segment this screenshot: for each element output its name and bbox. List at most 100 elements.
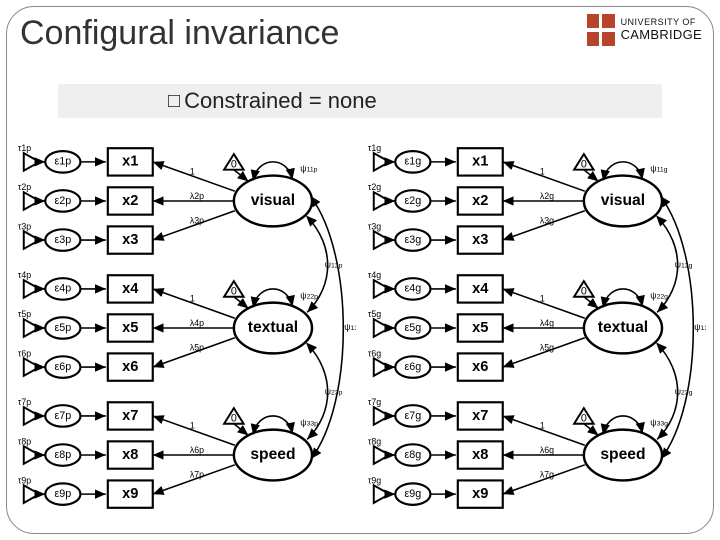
- svg-text:λ2g: λ2g: [540, 191, 554, 201]
- svg-text:x7: x7: [122, 408, 138, 424]
- svg-text:λ3g: λ3g: [540, 215, 554, 225]
- svg-text:textual: textual: [248, 319, 298, 336]
- svg-text:τ9g: τ9g: [368, 475, 381, 485]
- svg-text:λ4p: λ4p: [190, 318, 204, 328]
- svg-text:speed: speed: [250, 446, 295, 463]
- subtitle: □ Constrained = none: [58, 84, 662, 118]
- svg-text:x2: x2: [472, 193, 488, 209]
- svg-text:1: 1: [190, 294, 195, 304]
- svg-text:0: 0: [231, 286, 237, 298]
- svg-text:1: 1: [540, 421, 545, 431]
- svg-text:ε3g: ε3g: [404, 234, 421, 246]
- factor-visual: visual ψ11g 0: [574, 154, 668, 226]
- svg-text:τ3g: τ3g: [368, 221, 381, 231]
- svg-text:1: 1: [190, 167, 195, 177]
- panel-group-g: visual ψ11g 0 textual ψ22g 0 speed: [364, 130, 706, 526]
- cov-13: [311, 197, 343, 459]
- svg-text:τ6g: τ6g: [368, 348, 381, 358]
- svg-text:0: 0: [581, 159, 587, 171]
- university-logo: UNIVERSITY OF CAMBRIDGE: [587, 14, 702, 46]
- svg-text:x3: x3: [472, 232, 488, 248]
- svg-text:textual: textual: [598, 319, 648, 336]
- svg-text:ε7p: ε7p: [54, 410, 71, 422]
- svg-text:τ4g: τ4g: [368, 270, 381, 280]
- svg-text:ε6g: ε6g: [404, 361, 421, 373]
- svg-text:τ2g: τ2g: [368, 182, 381, 192]
- svg-text:τ8g: τ8g: [368, 436, 381, 446]
- svg-text:τ9p: τ9p: [18, 475, 31, 485]
- svg-text:ψ22p: ψ22p: [300, 291, 318, 301]
- svg-text:ψ23p: ψ23p: [325, 386, 343, 396]
- svg-text:λ5g: λ5g: [540, 342, 554, 352]
- svg-text:ε4g: ε4g: [404, 283, 421, 295]
- svg-text:x8: x8: [122, 447, 138, 463]
- factor-speed: speed ψ33g 0: [574, 408, 668, 480]
- svg-text:x4: x4: [472, 281, 489, 297]
- svg-text:ε2g: ε2g: [404, 195, 421, 207]
- svg-text:x1: x1: [122, 154, 138, 170]
- psi11: ψ11p: [300, 164, 317, 174]
- svg-text:x3: x3: [122, 232, 138, 248]
- svg-text:ε5g: ε5g: [404, 322, 421, 334]
- factor-textual: textual ψ22g 0: [574, 281, 668, 353]
- svg-text:λ7p: λ7p: [190, 470, 204, 480]
- svg-text:λ3p: λ3p: [190, 215, 204, 225]
- svg-text:ε9p: ε9p: [54, 488, 71, 500]
- svg-text:τ6p: τ6p: [18, 348, 31, 358]
- svg-text:τ5g: τ5g: [368, 309, 381, 319]
- svg-text:ψ33g: ψ33g: [650, 418, 668, 428]
- svg-text:0: 0: [231, 413, 237, 425]
- svg-text:x5: x5: [472, 320, 488, 336]
- svg-text:ψ12p: ψ12p: [325, 259, 343, 269]
- svg-text:λ2p: λ2p: [190, 191, 204, 201]
- items: ε1gτ1gx11ε2gτ2gx2λ2gε3gτ3gx3λ3gε4gτ4gx41…: [368, 143, 585, 508]
- subtitle-text: Constrained = none: [184, 88, 377, 114]
- panel-group-p: visual ψ11p 0 textual ψ22p 0 speed: [14, 130, 356, 526]
- svg-text:ε8g: ε8g: [404, 449, 421, 461]
- svg-text:1: 1: [540, 294, 545, 304]
- svg-text:ψ11g: ψ11g: [650, 164, 667, 174]
- bullet-icon: □: [168, 90, 180, 113]
- svg-text:ε4p: ε4p: [54, 283, 71, 295]
- items: ε1pτ1px11ε2pτ2px2λ2pε3pτ3px3λ3pε4pτ4px41…: [18, 143, 235, 508]
- svg-text:ε1g: ε1g: [404, 156, 421, 168]
- svg-text:ε2p: ε2p: [54, 195, 71, 207]
- svg-text:x9: x9: [472, 486, 488, 502]
- svg-text:λ6p: λ6p: [190, 445, 204, 455]
- svg-text:x1: x1: [472, 154, 488, 170]
- svg-text:τ4p: τ4p: [18, 270, 31, 280]
- logo-line2: CAMBRIDGE: [621, 28, 702, 42]
- svg-text:1: 1: [190, 421, 195, 431]
- svg-text:1: 1: [540, 167, 545, 177]
- svg-text:x5: x5: [122, 320, 138, 336]
- svg-text:τ5p: τ5p: [18, 309, 31, 319]
- svg-text:x4: x4: [122, 281, 139, 297]
- svg-text:x9: x9: [122, 486, 138, 502]
- svg-text:ε9g: ε9g: [404, 488, 421, 500]
- svg-text:ψ33p: ψ33p: [300, 418, 318, 428]
- svg-text:ψ12g: ψ12g: [675, 259, 693, 269]
- svg-text:ψ23g: ψ23g: [675, 386, 693, 396]
- crest-icon: [587, 14, 615, 46]
- factor-visual: visual ψ11p 0: [224, 154, 318, 226]
- svg-text:visual: visual: [251, 192, 295, 209]
- svg-text:x2: x2: [122, 193, 138, 209]
- svg-text:τ1p: τ1p: [18, 143, 31, 153]
- svg-text:0: 0: [231, 159, 237, 171]
- svg-text:τ8p: τ8p: [18, 436, 31, 446]
- svg-text:x6: x6: [472, 359, 488, 375]
- svg-text:τ3p: τ3p: [18, 221, 31, 231]
- svg-text:λ4g: λ4g: [540, 318, 554, 328]
- svg-text:x6: x6: [122, 359, 138, 375]
- svg-text:ε8p: ε8p: [54, 449, 71, 461]
- svg-text:λ6g: λ6g: [540, 445, 554, 455]
- svg-text:ψ13g: ψ13g: [694, 322, 706, 332]
- svg-text:x7: x7: [472, 408, 488, 424]
- svg-text:ε7g: ε7g: [404, 410, 421, 422]
- svg-text:τ2p: τ2p: [18, 182, 31, 192]
- svg-text:ψ22g: ψ22g: [650, 291, 668, 301]
- svg-text:λ7g: λ7g: [540, 470, 554, 480]
- svg-text:0: 0: [581, 413, 587, 425]
- factor-speed: speed ψ33p 0: [224, 408, 318, 480]
- svg-text:τ7p: τ7p: [18, 397, 31, 407]
